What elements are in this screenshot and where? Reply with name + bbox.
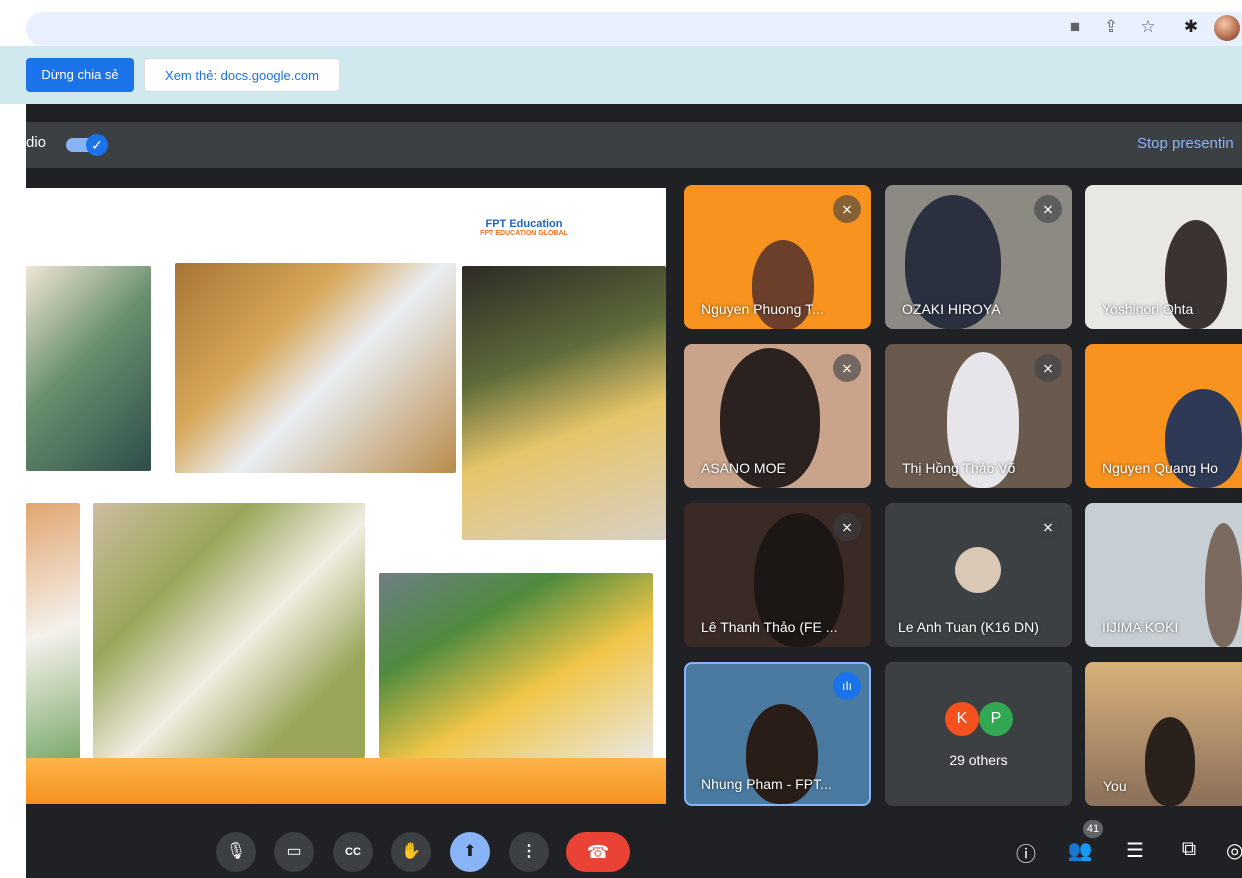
- food-photo-pancake: [379, 573, 653, 758]
- presentation-strip: [26, 122, 1242, 168]
- profile-avatar[interactable]: [1214, 15, 1240, 41]
- participant-name: Yoshinori Ohta: [1102, 301, 1194, 317]
- check-icon: ✓: [86, 134, 108, 156]
- view-tab-button[interactable]: Xem thẻ: docs.google.com: [144, 58, 340, 92]
- participant-tile[interactable]: ⨯ Thị Hồng Thảo Võ: [885, 344, 1072, 488]
- raise-hand-button[interactable]: ✋: [391, 832, 431, 872]
- others-count: 29 others: [949, 752, 1008, 768]
- participant-name: OZAKI HIROYA: [902, 301, 1001, 317]
- mic-off-icon: ⨯: [833, 195, 861, 223]
- participant-tile[interactable]: ⨯ Lê Thanh Thảo (FE ...: [684, 503, 871, 647]
- participant-name: IIJIMA KOKI: [1102, 619, 1179, 635]
- food-photo-spring-rolls-bowl: [26, 266, 151, 471]
- participant-name: Nguyen Quang Ho: [1102, 460, 1218, 476]
- share-audio-label: dio: [26, 134, 47, 151]
- camera-icon[interactable]: ■: [1064, 16, 1086, 38]
- avatar: [955, 547, 1001, 593]
- others-tile[interactable]: K P 29 others: [885, 662, 1072, 806]
- window-edge: [0, 104, 26, 878]
- mic-off-icon: ⨯: [1034, 354, 1062, 382]
- more-options-button[interactable]: ⋮: [509, 832, 549, 872]
- host-controls-icon[interactable]: ◎: [1226, 838, 1242, 863]
- more-vert-icon: ⋮: [521, 843, 537, 860]
- participant-tile[interactable]: ⨯ ASANO MOE: [684, 344, 871, 488]
- microphone-button[interactable]: 🎙: [216, 832, 256, 872]
- chat-icon[interactable]: ☰: [1121, 838, 1149, 863]
- participant-tile[interactable]: ⨯ Le Anh Tuan (K16 DN): [885, 503, 1072, 647]
- participant-name: Lê Thanh Thảo (FE ...: [701, 619, 838, 635]
- captions-icon: CC: [345, 846, 361, 858]
- participant-name: Thị Hồng Thảo Võ: [902, 460, 1016, 476]
- food-photo-spring-rolls-plate: [175, 263, 456, 473]
- stop-sharing-button[interactable]: Dừng chia sẻ: [26, 58, 134, 92]
- logo-text: FPT EDUCATION GLOBAL: [480, 230, 568, 237]
- speaking-indicator-icon: ıIı: [833, 672, 861, 700]
- star-icon[interactable]: ☆: [1137, 16, 1159, 38]
- mic-icon: 🎙: [225, 843, 247, 860]
- avatar-k: K: [945, 702, 979, 736]
- food-photo-rolls-tray: [93, 503, 365, 758]
- food-photo-partial: [26, 503, 80, 761]
- mic-off-icon: ⨯: [1034, 513, 1062, 541]
- participants-count-badge: 41: [1083, 820, 1103, 838]
- people-icon[interactable]: 👥: [1066, 838, 1094, 863]
- logo-mark: FPT Education: [485, 218, 563, 230]
- self-tile[interactable]: You: [1085, 662, 1242, 806]
- participant-name: Le Anh Tuan (K16 DN): [898, 619, 1039, 635]
- participant-name: ASANO MOE: [701, 460, 786, 476]
- participant-tile[interactable]: IIJIMA KOKI: [1085, 503, 1242, 647]
- share-audio-toggle[interactable]: ✓: [66, 134, 108, 156]
- mic-off-icon: ⨯: [833, 513, 861, 541]
- participant-tile[interactable]: ⨯ Nguyen Phuong T...: [684, 185, 871, 329]
- phone-hangup-icon: ☎: [586, 842, 610, 862]
- info-icon[interactable]: ⓘ: [1012, 838, 1040, 867]
- present-button[interactable]: ⬆: [450, 832, 490, 872]
- food-photo-banh-xeo: [462, 266, 666, 540]
- participant-tile[interactable]: Nguyen Quang Ho: [1085, 344, 1242, 488]
- stop-presenting-button[interactable]: Stop presentin: [1137, 135, 1234, 152]
- extensions-icon[interactable]: ✱: [1180, 16, 1202, 38]
- activities-icon[interactable]: ⧉: [1175, 838, 1203, 861]
- video-camera-icon: ▭: [286, 843, 302, 860]
- address-bar[interactable]: [26, 12, 1242, 46]
- share-icon[interactable]: ⇪: [1100, 16, 1122, 38]
- mic-off-icon: ⨯: [833, 354, 861, 382]
- hand-icon: ✋: [401, 843, 421, 860]
- present-screen-icon: ⬆: [463, 843, 477, 860]
- fpt-logo: FPT Education FPT EDUCATION GLOBAL: [464, 218, 584, 246]
- captions-button[interactable]: CC: [333, 832, 373, 872]
- participant-name: You: [1103, 778, 1127, 794]
- end-call-button[interactable]: ☎: [566, 832, 630, 872]
- mic-off-icon: ⨯: [1034, 195, 1062, 223]
- presentation-slide: FPT Education FPT EDUCATION GLOBAL: [26, 188, 666, 804]
- camera-button[interactable]: ▭: [274, 832, 314, 872]
- participant-tile[interactable]: ⨯ OZAKI HIROYA: [885, 185, 1072, 329]
- participant-name: Nhung Pham - FPT...: [701, 776, 832, 792]
- city-skyline-banner: [26, 758, 666, 804]
- avatar-p: P: [979, 702, 1013, 736]
- participant-name: Nguyen Phuong T...: [701, 301, 824, 317]
- participant-tile-active-speaker[interactable]: ıIı Nhung Pham - FPT...: [684, 662, 871, 806]
- participant-tile[interactable]: Yoshinori Ohta: [1085, 185, 1242, 329]
